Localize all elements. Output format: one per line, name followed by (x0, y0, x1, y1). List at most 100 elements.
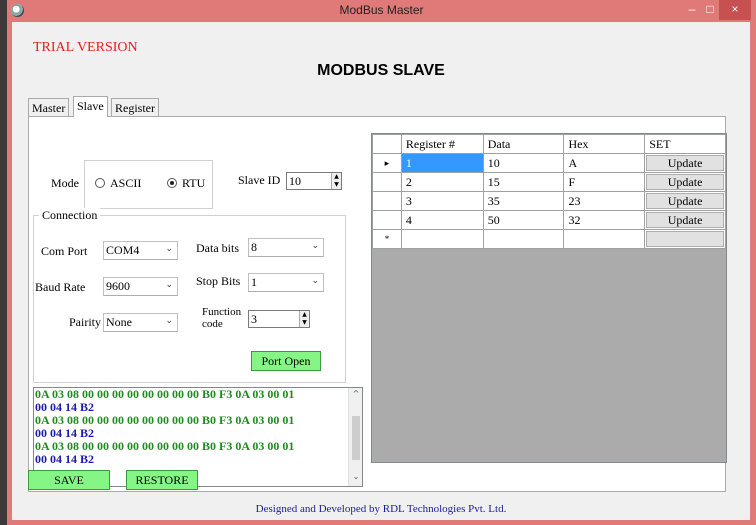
chevron-down-icon[interactable]: ⌄ (311, 241, 319, 251)
update-button[interactable] (646, 231, 724, 247)
function-code-spinner[interactable]: 3 ▲ ▼ (248, 310, 310, 328)
log-scrollbar[interactable]: ^ ⌄ (348, 388, 362, 486)
table-row[interactable]: 2 15 F Update (372, 172, 726, 192)
spin-down-icon[interactable]: ▼ (332, 181, 341, 189)
stop-bits-select[interactable]: 1 ⌄ (248, 273, 324, 292)
data-cell[interactable]: 15 (482, 172, 565, 192)
chevron-down-icon[interactable]: ⌄ (349, 472, 362, 481)
set-cell: Update (644, 191, 726, 211)
data-cell[interactable]: 35 (482, 191, 565, 211)
table-header-row: Register # Data Hex SET (372, 134, 726, 154)
function-code-spin-buttons[interactable]: ▲ ▼ (299, 311, 309, 327)
tab-slave[interactable]: Slave (73, 96, 108, 117)
data-bits-select[interactable]: 8 ⌄ (248, 238, 324, 257)
baud-rate-label: Baud Rate (35, 280, 86, 294)
row-header[interactable] (372, 191, 402, 211)
log-scroll-thumb[interactable] (352, 416, 360, 460)
slave-tab-panel: Mode ASCII RTU Slave ID 10 ▲ ▼ Connection… (28, 116, 727, 492)
com-port-value: COM4 (106, 243, 140, 257)
register-table: Register # Data Hex SET ▸ 1 10 A Update (372, 134, 726, 249)
stop-bits-value: 1 (251, 275, 257, 289)
set-cell: Update (644, 153, 726, 173)
row-header[interactable] (372, 210, 402, 230)
update-button[interactable]: Update (646, 193, 724, 209)
parity-label: Pairity (69, 315, 101, 329)
ascii-radio[interactable] (95, 178, 105, 188)
spin-down-icon[interactable]: ▼ (300, 319, 309, 327)
com-port-label: Com Port (41, 244, 88, 258)
table-row[interactable]: 3 35 23 Update (372, 191, 726, 211)
com-port-select[interactable]: COM4 ⌄ (103, 241, 178, 260)
current-row-icon[interactable]: ▸ (372, 153, 402, 173)
ascii-radio-label[interactable]: ASCII (110, 176, 141, 191)
mode-label: Mode (51, 176, 79, 190)
register-cell[interactable]: 2 (400, 172, 484, 192)
function-code-value: 3 (251, 312, 257, 326)
row-header-corner (372, 134, 402, 154)
chevron-down-icon[interactable]: ⌄ (165, 316, 173, 326)
tab-register[interactable]: Register (111, 98, 159, 116)
register-grid[interactable]: Register # Data Hex SET ▸ 1 10 A Update (371, 133, 727, 463)
register-cell[interactable]: 4 (400, 210, 484, 230)
spin-up-icon[interactable]: ▲ (332, 173, 341, 181)
table-row[interactable]: 4 50 32 Update (372, 210, 726, 230)
minimize-button[interactable]: – (683, 0, 701, 20)
chevron-down-icon[interactable]: ⌄ (165, 280, 173, 290)
spin-up-icon[interactable]: ▲ (300, 311, 309, 319)
update-button[interactable]: Update (646, 212, 724, 228)
save-button[interactable]: SAVE (28, 470, 110, 490)
function-code-label-line2: code (202, 318, 223, 330)
port-open-button[interactable]: Port Open (251, 351, 321, 371)
new-row-icon[interactable]: * (372, 229, 402, 249)
chevron-down-icon[interactable]: ⌄ (165, 244, 173, 254)
register-cell[interactable]: 3 (400, 191, 484, 211)
data-bits-value: 8 (251, 240, 257, 254)
table-row[interactable]: ▸ 1 10 A Update (372, 153, 726, 173)
column-header-hex[interactable]: Hex (563, 134, 646, 154)
hex-cell[interactable]: 23 (563, 191, 646, 211)
title-bar[interactable]: ModBus Master – □ × (7, 0, 756, 22)
chevron-up-icon[interactable]: ^ (349, 389, 362, 398)
data-cell[interactable]: 50 (482, 210, 565, 230)
restore-button[interactable]: RESTORE (126, 470, 198, 490)
slave-id-label: Slave ID (238, 173, 281, 187)
baud-rate-select[interactable]: 9600 ⌄ (103, 277, 178, 296)
chevron-down-icon[interactable]: ⌄ (311, 276, 319, 286)
hex-cell[interactable]: F (563, 172, 646, 192)
data-cell[interactable]: 10 (482, 153, 565, 173)
data-bits-label: Data bits (196, 241, 239, 255)
column-header-data[interactable]: Data (482, 134, 565, 154)
row-header[interactable] (372, 172, 402, 192)
hex-cell[interactable] (563, 229, 646, 249)
hex-cell[interactable]: A (563, 153, 646, 173)
maximize-button[interactable]: □ (701, 0, 719, 20)
rtu-radio-label[interactable]: RTU (182, 176, 205, 191)
set-cell: Update (644, 172, 726, 192)
column-header-register[interactable]: Register # (400, 134, 484, 154)
set-cell: Update (644, 210, 726, 230)
register-cell[interactable] (400, 229, 484, 249)
update-button[interactable]: Update (646, 155, 724, 171)
function-code-label-line1: Function (202, 306, 242, 318)
new-row[interactable]: * (372, 229, 726, 249)
slave-id-spin-buttons[interactable]: ▲ ▼ (331, 173, 341, 189)
slave-id-spinner[interactable]: 10 ▲ ▼ (286, 172, 342, 190)
update-button[interactable]: Update (646, 174, 724, 190)
app-window: ModBus Master – □ × TRIAL VERSION MODBUS… (7, 0, 756, 525)
footer-credit: Designed and Developed by RDL Technologi… (255, 503, 507, 515)
page-title: MODBUS SLAVE (317, 62, 445, 79)
register-cell[interactable]: 1 (400, 153, 484, 173)
connection-title: Connection (39, 208, 101, 223)
data-cell[interactable] (482, 229, 565, 249)
column-header-set[interactable]: SET (644, 134, 726, 154)
parity-value: None (106, 315, 132, 329)
hex-cell[interactable]: 32 (563, 210, 646, 230)
parity-select[interactable]: None ⌄ (103, 313, 178, 332)
set-cell (644, 229, 726, 249)
close-button[interactable]: × (719, 0, 751, 20)
trial-label: TRIAL VERSION (33, 40, 138, 55)
tab-master[interactable]: Master (28, 98, 70, 116)
log-line: 00 04 14 B2 (35, 452, 95, 466)
rtu-radio[interactable] (167, 178, 177, 188)
baud-rate-value: 9600 (106, 279, 130, 293)
